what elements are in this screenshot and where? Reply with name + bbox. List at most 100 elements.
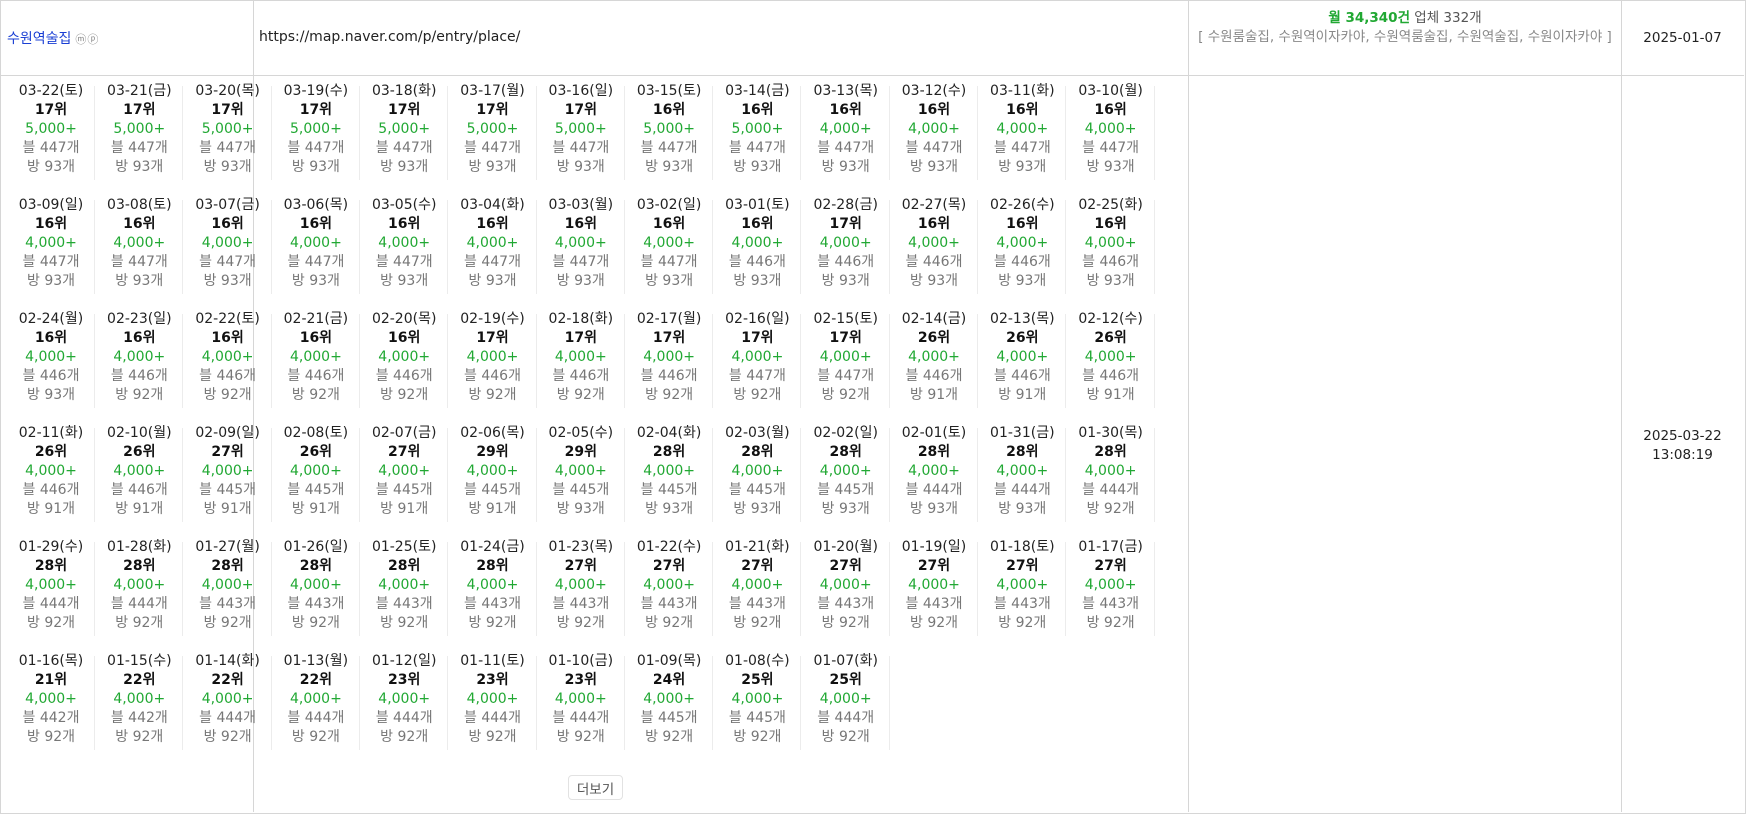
- rank-date: 03-08(토): [107, 197, 172, 213]
- rank-cell: 03-05(수) 16위 4,000+ 블 447개 방 93개: [360, 196, 449, 299]
- rank-cell: 02-26(수) 16위 4,000+ 블 446개 방 93개: [978, 196, 1067, 299]
- place-name[interactable]: 수원역술집 ⓜⓟ: [7, 28, 99, 48]
- rank-cell: 03-17(월) 17위 5,000+ 블 447개 방 93개: [449, 82, 537, 185]
- visitor-review-count: 방 93개: [556, 273, 605, 289]
- rank-date: 02-15(토): [813, 311, 878, 327]
- visitor-review-count: 방 92개: [203, 729, 252, 745]
- rank-value: 28위: [299, 558, 333, 574]
- rank-value: 28위: [211, 558, 244, 574]
- updated-date: 2025-03-22: [1643, 428, 1722, 444]
- rank-date: 02-01(토): [901, 425, 967, 441]
- visitor-review-count: 방 93개: [733, 159, 782, 175]
- search-volume: 4,000+: [1084, 463, 1137, 479]
- visitor-review-count: 방 93개: [733, 501, 782, 517]
- blog-count: 블 443개: [728, 596, 786, 612]
- search-volume: 4,000+: [908, 121, 960, 137]
- rank-date: 01-31(금): [990, 425, 1055, 441]
- visitor-review-count: 방 92개: [26, 729, 76, 745]
- search-volume: 4,000+: [289, 235, 342, 251]
- rank-value: 28위: [1006, 444, 1039, 460]
- rank-value: 16위: [1094, 216, 1127, 232]
- visitor-review-count: 방 93개: [821, 273, 870, 289]
- rank-date: 03-02(일): [636, 197, 702, 213]
- rank-date: 02-17(월): [636, 311, 702, 327]
- blog-count: 블 447개: [287, 254, 345, 270]
- blog-count: 블 446개: [640, 368, 698, 384]
- rank-cell: 03-12(수) 16위 4,000+ 블 447개 방 93개: [890, 82, 978, 185]
- blog-count: 블 446개: [728, 254, 786, 270]
- blog-count: 블 446개: [375, 368, 433, 384]
- visitor-review-count: 방 92개: [821, 729, 870, 745]
- visitor-review-count: 방 93개: [998, 273, 1047, 289]
- rank-date: 02-28(금): [813, 197, 878, 213]
- visitor-review-count: 방 92개: [733, 387, 782, 403]
- visitor-review-count: 방 92개: [468, 615, 517, 631]
- visitor-review-count: 방 92개: [468, 387, 517, 403]
- rank-date: 01-26(일): [283, 539, 349, 555]
- rank-value: 27위: [652, 558, 686, 574]
- rank-value: 26위: [1094, 330, 1127, 346]
- rank-cell: 02-03(월) 28위 4,000+ 블 445개 방 93개: [713, 424, 802, 527]
- rank-value: 16위: [34, 330, 68, 346]
- search-volume: 4,000+: [466, 577, 519, 593]
- more-button[interactable]: 더보기: [568, 775, 623, 800]
- rank-cell: 01-23(목) 27위 4,000+ 블 443개 방 92개: [537, 538, 625, 641]
- search-volume: 4,000+: [113, 691, 166, 707]
- rank-cell: 02-06(목) 29위 4,000+ 블 445개 방 91개: [449, 424, 537, 527]
- rank-value: 16위: [211, 216, 244, 232]
- search-volume: 4,000+: [378, 349, 431, 365]
- search-volume: 4,000+: [25, 349, 77, 365]
- visitor-review-count: 방 93개: [909, 273, 959, 289]
- rank-value: 29위: [564, 444, 597, 460]
- rank-cell: 02-16(일) 17위 4,000+ 블 447개 방 92개: [713, 310, 802, 413]
- rank-value: 17위: [388, 102, 421, 118]
- search-volume: 4,000+: [201, 463, 254, 479]
- rank-cell: 01-08(수) 25위 4,000+ 블 445개 방 92개: [713, 652, 802, 755]
- monthly-search-count: 월 34,340건: [1328, 10, 1410, 26]
- blog-count: 블 446개: [905, 368, 963, 384]
- rank-date: 03-16(일): [548, 83, 614, 99]
- search-volume: 4,000+: [289, 463, 342, 479]
- blog-count: 블 446개: [464, 368, 521, 384]
- blog-count: 블 443개: [375, 596, 433, 612]
- rank-date: 03-14(금): [725, 83, 790, 99]
- blog-count: 블 447개: [817, 368, 875, 384]
- rank-cell: 01-17(금) 27위 4,000+ 블 443개 방 92개: [1067, 538, 1155, 641]
- rank-date: 03-03(월): [548, 197, 614, 213]
- rank-value: 28위: [123, 558, 156, 574]
- updated-time: 13:08:19: [1652, 447, 1713, 463]
- rank-cell: 02-17(월) 17위 4,000+ 블 446개 방 92개: [625, 310, 714, 413]
- rank-value: 16위: [299, 330, 333, 346]
- rank-value: 16위: [564, 216, 597, 232]
- rank-date: 02-23(일): [107, 311, 172, 327]
- rank-value: 17위: [564, 330, 597, 346]
- search-volume: 4,000+: [466, 235, 519, 251]
- rank-date: 02-16(일): [725, 311, 790, 327]
- column-divider: [1621, 0, 1622, 812]
- blog-count: 블 446개: [287, 368, 345, 384]
- rank-cell: 03-06(목) 16위 4,000+ 블 447개 방 93개: [272, 196, 360, 299]
- rank-date: 02-08(토): [283, 425, 349, 441]
- place-name-link[interactable]: 수원역술집: [7, 31, 71, 47]
- blog-count: 블 447개: [905, 140, 963, 156]
- rank-cell: 01-11(토) 23위 4,000+ 블 444개 방 92개: [449, 652, 537, 755]
- visitor-review-count: 방 92개: [1086, 501, 1135, 517]
- blog-count: 블 445개: [817, 482, 875, 498]
- rank-value: 29위: [476, 444, 509, 460]
- rank-cell: 01-26(일) 28위 4,000+ 블 443개 방 92개: [272, 538, 360, 641]
- visitor-review-count: 방 93개: [468, 273, 517, 289]
- rank-cell: 02-08(토) 26위 4,000+ 블 445개 방 91개: [272, 424, 360, 527]
- rank-value: 17위: [476, 330, 509, 346]
- rank-cell: 03-09(일) 16위 4,000+ 블 447개 방 93개: [7, 196, 95, 299]
- visitor-review-count: 방 92개: [203, 615, 252, 631]
- search-volume: 4,000+: [201, 577, 254, 593]
- rank-cell: 01-21(화) 27위 4,000+ 블 443개 방 92개: [713, 538, 802, 641]
- visitor-review-count: 방 92개: [291, 387, 340, 403]
- blog-count: 블 444개: [1082, 482, 1140, 498]
- search-volume: 4,000+: [378, 577, 431, 593]
- place-url[interactable]: https://map.naver.com/p/entry/place/: [259, 29, 520, 45]
- updated-timestamp: 2025-03-22 13:08:19: [1621, 427, 1744, 465]
- cell-separator: [888, 656, 890, 750]
- search-volume: 4,000+: [1084, 349, 1137, 365]
- rank-cell: 01-18(토) 27위 4,000+ 블 443개 방 92개: [978, 538, 1067, 641]
